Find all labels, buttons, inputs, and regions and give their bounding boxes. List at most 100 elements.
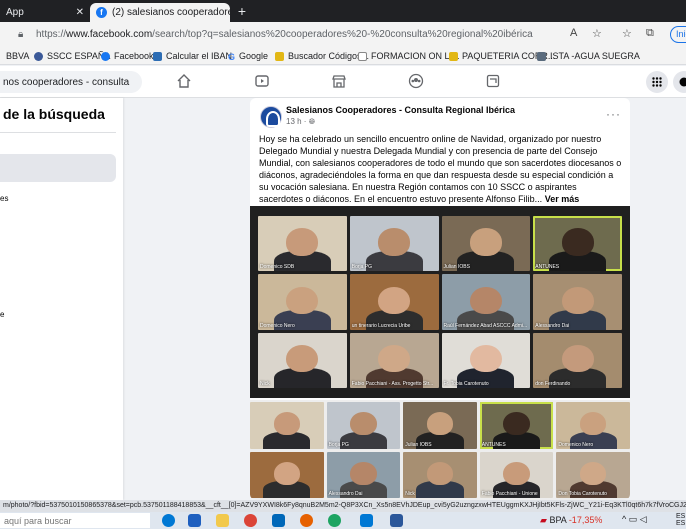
- participant-tile: Raúl Fernández Abad ASCCC Admi...: [441, 274, 531, 330]
- participant-tile: [250, 402, 324, 449]
- post-timestamp[interactable]: 13 h · 🌐︎: [286, 117, 315, 127]
- bookmarks-bar: BBVA SSCC ESPAÑA Facebook Calcular el IB…: [0, 48, 686, 65]
- new-tab-button[interactable]: +: [234, 3, 250, 19]
- participant-name: Nick: [260, 380, 270, 387]
- favorite-star-icon[interactable]: ☆: [592, 27, 602, 40]
- edge-icon[interactable]: [162, 514, 175, 527]
- bookmark-ista[interactable]: ISTA -AGUA SUEGRA: [537, 51, 640, 61]
- watch-icon[interactable]: [254, 73, 270, 89]
- home-icon[interactable]: [176, 73, 192, 89]
- post-photo-main[interactable]: Domenico SDB Borja PG Julian IOBS ANTUNES Do…: [250, 206, 630, 398]
- participant-tile: Domenico SDB: [258, 216, 347, 272]
- participant-name: Julian IOBS: [405, 441, 432, 448]
- outlook-icon[interactable]: [360, 514, 373, 527]
- gaming-icon[interactable]: [485, 73, 501, 89]
- divider: [0, 132, 116, 133]
- tab-facebook-search[interactable]: f (2) salesianos cooperadores - co ✕: [90, 3, 230, 22]
- participant-name: Domenico SDB: [260, 264, 295, 271]
- participant-face: [378, 228, 411, 256]
- participant-tile: ANTUNES: [533, 216, 622, 272]
- google-icon: G: [228, 51, 236, 62]
- task-view-icon[interactable]: [188, 514, 201, 527]
- bookmark-buscador-codigos[interactable]: Buscador Códigos...: [275, 51, 369, 61]
- participant-name: Domenico Nero: [260, 322, 295, 329]
- profile-button[interactable]: Inic: [670, 26, 686, 43]
- participant-name: Nick: [405, 491, 415, 497]
- more-options-button[interactable]: ···: [606, 107, 621, 121]
- bookmark-google[interactable]: G Google: [228, 51, 268, 62]
- bookmark-calcular-iban[interactable]: Calcular el IBAN: [153, 51, 232, 61]
- participant-tile: Domenico Nero: [556, 402, 630, 449]
- ista-icon: [537, 51, 546, 61]
- participant-name: ANTUNES: [481, 441, 506, 448]
- search-results-title: de la búsqueda: [3, 106, 105, 122]
- participant-face: [503, 412, 530, 436]
- participant-face: [469, 344, 502, 373]
- messenger-icon[interactable]: [673, 71, 686, 93]
- filter-item-label[interactable]: e: [0, 310, 4, 319]
- bookmark-sscc-espana[interactable]: SSCC ESPAÑA: [34, 51, 110, 61]
- browser-tab-strip: App ✕ f (2) salesianos cooperadores - co…: [0, 0, 686, 22]
- favorites-bar-icon[interactable]: ☆: [622, 27, 632, 40]
- bookmark-facebook[interactable]: Facebook: [101, 51, 154, 61]
- tab-app[interactable]: App ✕: [0, 3, 90, 22]
- lock-icon[interactable]: 🔒︎: [18, 29, 23, 40]
- participant-face: [579, 461, 607, 485]
- participant-face: [426, 461, 454, 485]
- globe-icon: 🌐︎: [308, 117, 316, 126]
- participant-face: [378, 286, 411, 315]
- participant-name: un tinerario Lucrecia Uribe: [351, 322, 411, 329]
- menu-grid-icon[interactable]: [646, 71, 668, 93]
- bookmark-formacion-online[interactable]: FORMACION ON LI...: [358, 51, 460, 61]
- chevron-up-icon[interactable]: ^: [622, 514, 626, 524]
- participant-face: [469, 228, 502, 256]
- participant-face: [503, 461, 530, 485]
- stock-widget[interactable]: ▰ BPA -17,35%: [540, 515, 602, 526]
- tab-label: App: [6, 7, 24, 18]
- read-aloud-icon[interactable]: A: [570, 27, 577, 39]
- address-bar[interactable]: https://www.facebook.com/search/top?q=sa…: [36, 29, 556, 40]
- avatar[interactable]: [260, 106, 282, 128]
- page-icon: [358, 51, 367, 61]
- participant-face: [561, 286, 594, 315]
- participant-face: [286, 286, 319, 315]
- participant-name: Fr. Tobia Carotenuto: [443, 380, 489, 387]
- close-icon[interactable]: ✕: [72, 7, 84, 18]
- marketplace-icon[interactable]: [331, 73, 347, 89]
- post-photo-secondary[interactable]: Borja PG Julian IOBS ANTUNES Domenico Nero A…: [250, 400, 630, 500]
- folder-icon: [449, 51, 458, 61]
- participant-tile: Fabio Pacchiani - Ass. Progetto Str...: [349, 332, 439, 388]
- video-call-grid: Domenico SDB Borja PG Julian IOBS ANTUNES Do…: [258, 216, 622, 388]
- participant-face: [426, 412, 454, 436]
- tab-label: (2) salesianos cooperadores - co: [112, 7, 230, 18]
- chrome-icon[interactable]: [244, 514, 257, 527]
- word-icon[interactable]: [390, 514, 403, 527]
- facebook-search-input[interactable]: [0, 71, 142, 93]
- groups-icon[interactable]: [408, 73, 424, 89]
- sscc-icon: [34, 51, 43, 61]
- participant-name: Fabio Pacchiani - Unione: [481, 491, 538, 497]
- language-indicator[interactable]: ES ES: [676, 513, 685, 527]
- participant-tile: un tinerario Lucrecia Uribe: [349, 274, 439, 330]
- participant-tile: Borja PG: [326, 402, 401, 449]
- network-icon[interactable]: ▭: [629, 514, 638, 524]
- participant-name: don Ferdinando: [535, 380, 571, 387]
- store-icon[interactable]: [272, 514, 285, 527]
- browser-app-icon[interactable]: [328, 514, 341, 527]
- participant-tile: Julian IOBS: [441, 216, 531, 272]
- participant-tile: [250, 451, 324, 498]
- firefox-icon[interactable]: [300, 514, 313, 527]
- facebook-icon: [101, 51, 110, 61]
- filter-item-label[interactable]: es: [0, 194, 8, 203]
- collections-icon[interactable]: ⧉: [646, 27, 654, 40]
- participant-face: [350, 461, 377, 485]
- post-author[interactable]: Salesianos Cooperadores - Consulta Regio…: [286, 105, 515, 115]
- volume-icon[interactable]: ◁: [640, 514, 647, 524]
- system-tray[interactable]: ^ ▭ ◁: [622, 514, 647, 525]
- taskbar-search-input[interactable]: [0, 513, 150, 528]
- filter-item-selected[interactable]: [0, 154, 116, 182]
- post-card: Salesianos Cooperadores - Consulta Regio…: [250, 98, 630, 500]
- file-explorer-icon[interactable]: [216, 514, 229, 527]
- see-more-link[interactable]: Ver más: [545, 194, 580, 204]
- bookmark-bbva[interactable]: BBVA: [6, 51, 29, 61]
